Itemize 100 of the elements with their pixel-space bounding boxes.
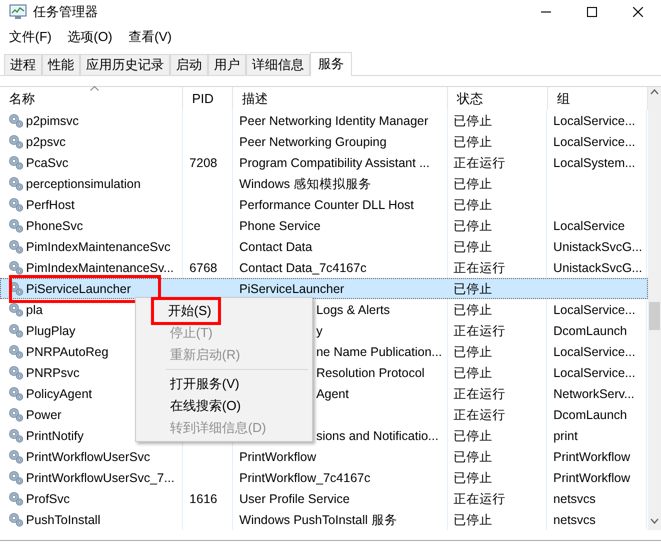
tab[interactable]: 应用历史记录 <box>80 54 170 75</box>
status-cell-text: 已停止 <box>454 344 493 360</box>
tab[interactable]: 进程 <box>4 54 42 75</box>
status-cell-text: 已停止 <box>454 428 493 444</box>
menu-item[interactable]: 开始(S) <box>154 300 218 322</box>
service-name: ProfSvc <box>26 490 70 508</box>
description-cell-text: PrintWorkflow_7c4167c <box>239 470 370 486</box>
gear-icon <box>8 512 23 527</box>
service-name: PlugPlay <box>26 322 76 340</box>
pid-cell-text: 1616 <box>189 490 218 508</box>
description-cell-text: Phone Service <box>239 218 321 234</box>
status-cell-text: 正在运行 <box>454 260 506 276</box>
gear-icon <box>8 323 23 338</box>
description-cell-text: Peer Networking Identity Manager <box>239 112 428 130</box>
status-cell-text: 正在运行 <box>454 406 506 424</box>
table-row[interactable]: PimIndexMaintenanceSvc Contact Data 已停止 UnistackSvcG... <box>0 236 648 257</box>
close-icon <box>633 7 643 17</box>
tab[interactable]: 服务 <box>310 52 352 76</box>
description-cell-text: Contact Data <box>239 238 312 256</box>
group-cell-text: netsvcs <box>553 490 596 508</box>
description-cell-text: y <box>316 322 322 340</box>
description-cell-text: Agent <box>316 386 349 403</box>
group-cell-text: LocalService... <box>553 344 636 360</box>
status-cell-text: 已停止 <box>454 176 493 192</box>
table-row[interactable]: PhoneSvc Phone Service 已停止 LocalService <box>0 215 648 236</box>
group-cell-text: UnistackSvcG... <box>553 238 642 256</box>
status-cell-text: 正在运行 <box>454 322 506 340</box>
status-cell-text: 已停止 <box>454 448 493 466</box>
status-cell-text: 已停止 <box>454 364 493 382</box>
column-header[interactable]: PID <box>183 87 233 110</box>
tab[interactable]: 用户 <box>208 54 246 75</box>
group-cell-text: LocalService... <box>553 134 636 150</box>
table-row[interactable]: PushToInstall Windows PushToInstall 服务 已停止 netsvcs <box>0 509 648 530</box>
table-row[interactable]: ProfSvc 1616 User Profile Service 正在运行 netsvcs <box>0 488 648 509</box>
service-name: PNRPAutoReg <box>26 344 108 361</box>
group-cell-text: DcomLaunch <box>553 406 628 424</box>
service-name: PrintWorkflowUserSvc_7... <box>26 470 174 486</box>
group-cell-text: PrintWorkflow <box>553 448 630 466</box>
table-row[interactable]: PrintWorkflowUserSvc PrintWorkflow 已停止 PrintWorkflow <box>0 446 648 467</box>
menu-item[interactable]: 选项(O) <box>62 27 118 47</box>
maximize-icon <box>587 7 597 17</box>
service-name: perceptionsimulation <box>26 176 141 193</box>
status-cell-text: 已停止 <box>454 218 493 234</box>
gear-icon <box>8 176 23 191</box>
sort-caret-icon <box>90 86 99 91</box>
gear-icon <box>8 344 23 359</box>
menu-item[interactable]: 文件(F) <box>4 27 57 47</box>
service-name: p2psvc <box>26 134 66 151</box>
service-name: pla <box>26 302 43 319</box>
gear-icon <box>8 218 23 233</box>
description-cell-text: Resolution Protocol <box>316 364 425 382</box>
status-cell-text: 已停止 <box>454 280 493 298</box>
service-name: PrintNotify <box>26 428 84 445</box>
table-row[interactable]: PerfHost Performance Counter DLL Host 已停止 <box>0 194 648 215</box>
table-row[interactable]: p2psvc Peer Networking Grouping 已停止 LocalService... <box>0 131 648 152</box>
gear-icon <box>8 113 23 128</box>
scrollbar-thumb[interactable] <box>649 302 660 330</box>
service-name: PrintWorkflowUserSvc <box>26 448 150 466</box>
menu-item[interactable]: 查看(V) <box>123 27 177 47</box>
gear-icon <box>8 407 23 422</box>
description-cell-text: Windows PushToInstall 服务 <box>239 512 398 528</box>
group-cell-text: DcomLaunch <box>553 322 628 340</box>
status-cell-text: 已停止 <box>454 196 493 214</box>
description-cell-text: Peer Networking Grouping <box>239 134 387 151</box>
group-cell-text: print <box>553 428 578 445</box>
table-row[interactable]: PrintWorkflowUserSvc_7... PrintWorkflow_7c4167c 已停止 PrintWorkflow <box>0 467 648 488</box>
column-header[interactable]: 描述 <box>233 87 448 110</box>
pid-cell-text: 7208 <box>189 154 218 172</box>
table-row[interactable]: p2pimsvc Peer Networking Identity Manager 已停止 LocalService... <box>0 110 648 131</box>
column-header[interactable]: 状态 <box>448 87 548 110</box>
gear-icon <box>8 449 23 464</box>
service-name: PolicyAgent <box>26 386 92 403</box>
scrollbar[interactable] <box>648 87 661 530</box>
status-cell-text: 已停止 <box>454 512 493 528</box>
status-cell-text: 已停止 <box>454 134 493 150</box>
description-cell-text: Logs & Alerts <box>316 302 390 319</box>
description-cell-text: Windows 感知模拟服务 <box>239 176 372 192</box>
status-cell-text: 正在运行 <box>454 154 506 172</box>
tab[interactable]: 详细信息 <box>246 54 310 75</box>
gear-icon <box>8 155 23 170</box>
group-cell-text: LocalService <box>553 218 625 234</box>
group-cell-text: PrintWorkflow <box>553 470 630 486</box>
description-cell-text: PrintWorkflow <box>239 448 316 466</box>
description-cell-text: ne Name Publication... <box>316 344 442 360</box>
service-name: PushToInstall <box>26 512 100 528</box>
description-cell-text: Contact Data_7c4167c <box>239 260 366 276</box>
service-name: Power <box>26 406 62 424</box>
window-title: 任务管理器 <box>33 3 98 22</box>
tab[interactable]: 性能 <box>42 54 80 75</box>
gear-icon <box>8 197 23 212</box>
table-row[interactable]: perceptionsimulation Windows 感知模拟服务 已停止 <box>0 173 648 194</box>
group-cell-text: UnistackSvcG... <box>553 260 642 276</box>
group-cell-text: LocalService... <box>553 302 636 318</box>
status-cell-text: 已停止 <box>454 302 493 318</box>
description-cell-text: Performance Counter DLL Host <box>239 196 414 214</box>
tab[interactable]: 启动 <box>170 54 208 75</box>
column-header[interactable]: 名称 <box>9 89 35 110</box>
status-cell-text: 已停止 <box>454 238 493 256</box>
table-row[interactable]: PcaSvc 7208 Program Compatibility Assistant ... 正在运行 LocalSystem... <box>0 152 648 173</box>
service-name: PcaSvc <box>26 154 68 172</box>
